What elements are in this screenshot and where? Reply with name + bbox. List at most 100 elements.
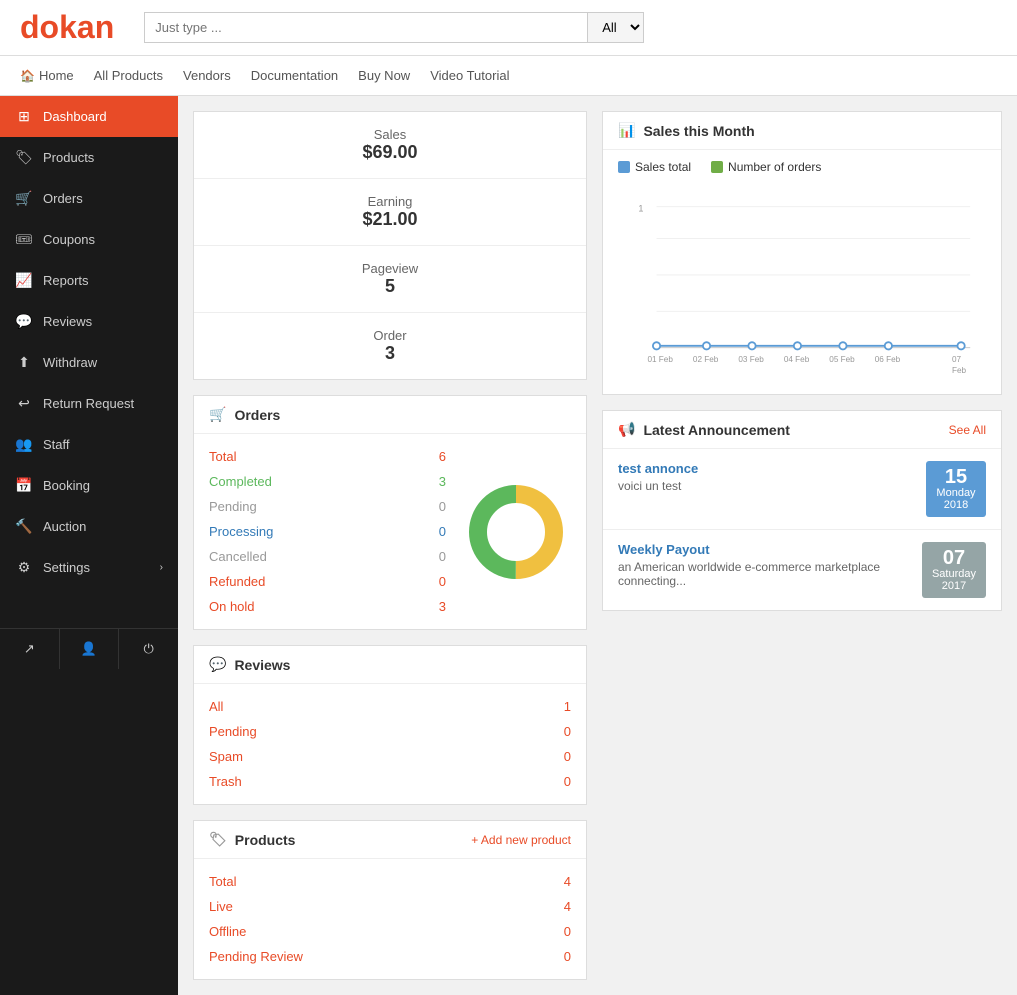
sidebar-item-auction[interactable]: 🔨 Auction: [0, 506, 178, 547]
sidebar-item-reports[interactable]: 📈 Reports: [0, 260, 178, 301]
stat-row-sales: Sales $69.00: [194, 112, 586, 179]
review-label-pending: Pending: [209, 724, 257, 739]
legend-label-orders: Number of orders: [728, 160, 821, 174]
sidebar-label-products: Products: [43, 150, 163, 165]
order-count-refunded: 0: [439, 574, 446, 589]
logo-text: kan: [59, 9, 114, 45]
announce-desc-0: voici un test: [618, 479, 916, 493]
announce-title-0[interactable]: test annonce: [618, 461, 916, 476]
nav-home[interactable]: 🏠 Home: [20, 68, 74, 83]
order-row-cancelled: Cancelled 0: [209, 544, 446, 569]
sidebar-label-return-request: Return Request: [43, 396, 163, 411]
product-label-total: Total: [209, 874, 236, 889]
sidebar-item-products[interactable]: 🏷 Products: [0, 137, 178, 178]
sidebar-label-coupons: Coupons: [43, 232, 163, 247]
sidebar-item-dashboard[interactable]: ⊞ Dashboard: [0, 96, 178, 137]
order-label-completed: Completed: [209, 474, 272, 489]
nav-video-tutorial[interactable]: Video Tutorial: [430, 68, 509, 83]
svg-text:07: 07: [952, 355, 962, 364]
add-product-link[interactable]: + Add new product: [471, 833, 571, 847]
content-right: 📊 Sales this Month Sales total Number of…: [602, 111, 1002, 980]
donut-svg: [461, 477, 571, 587]
product-row-live: Live 4: [209, 894, 571, 919]
svg-text:01 Feb: 01 Feb: [647, 355, 673, 364]
stats-card: Sales $69.00 Earning $21.00 Pageview 5 O…: [193, 111, 587, 380]
product-label-offline: Offline: [209, 924, 246, 939]
order-count-pending: 0: [439, 499, 446, 514]
sidebar-item-withdraw[interactable]: ⬆ Withdraw: [0, 342, 178, 383]
orders-panel-title: Orders: [234, 407, 280, 423]
sales-label: Sales: [214, 127, 566, 142]
order-label: Order: [214, 328, 566, 343]
sidebar-item-coupons[interactable]: 🎟 Coupons: [0, 219, 178, 260]
sidebar-item-booking[interactable]: 📅 Booking: [0, 465, 178, 506]
sidebar-item-staff[interactable]: 👥 Staff: [0, 424, 178, 465]
settings-arrow-icon: ›: [160, 562, 163, 573]
sidebar-user-btn[interactable]: 👤: [60, 629, 120, 669]
sidebar-label-orders: Orders: [43, 191, 163, 206]
announce-year-1: 2017: [932, 580, 976, 592]
see-all-link[interactable]: See All: [949, 423, 986, 437]
product-row-total: Total 4: [209, 869, 571, 894]
svg-text:03 Feb: 03 Feb: [738, 355, 764, 364]
announce-text-0: test annonce voici un test: [618, 461, 916, 493]
orders-icon: 🛒: [15, 190, 33, 207]
order-label-processing: Processing: [209, 524, 273, 539]
coupons-icon: 🎟: [15, 231, 33, 248]
product-label-live: Live: [209, 899, 233, 914]
order-label-refunded: Refunded: [209, 574, 265, 589]
logo: dokan: [20, 9, 114, 46]
orders-list: Total 6 Completed 3 Pending 0: [209, 444, 446, 619]
staff-icon: 👥: [15, 436, 33, 453]
reviews-icon: 💬: [15, 313, 33, 330]
main-layout: ⊞ Dashboard 🏷 Products 🛒 Orders 🎟 Coupon…: [0, 96, 1017, 995]
reviews-panel-header: 💬 Reviews: [194, 646, 586, 684]
chart-title: Sales this Month: [643, 123, 754, 139]
announcement-title: Latest Announcement: [643, 422, 790, 438]
order-count-onhold: 3: [439, 599, 446, 614]
svg-text:1: 1: [638, 203, 643, 213]
announce-desc-1: an American worldwide e-commerce marketp…: [618, 560, 912, 588]
sidebar-power-btn[interactable]: ⏻: [119, 629, 178, 669]
sidebar-label-reviews: Reviews: [43, 314, 163, 329]
reviews-panel-body: All 1 Pending 0 Spam 0 Trash 0: [194, 684, 586, 804]
order-count-total: 6: [439, 449, 446, 464]
search-filter-select[interactable]: All: [587, 12, 644, 43]
pageview-value: 5: [214, 276, 566, 297]
review-row-spam: Spam 0: [209, 744, 571, 769]
announcement-item-1: Weekly Payout an American worldwide e-co…: [603, 530, 1001, 610]
announce-day-0: 15: [936, 467, 976, 487]
sidebar-external-link-btn[interactable]: ↗: [0, 629, 60, 669]
review-count-all: 1: [564, 699, 571, 714]
search-input[interactable]: [144, 12, 587, 43]
sidebar-item-settings[interactable]: ⚙ Settings ›: [0, 547, 178, 588]
order-row-completed: Completed 3: [209, 469, 446, 494]
nav-vendors[interactable]: Vendors: [183, 68, 231, 83]
stat-row-order: Order 3: [194, 313, 586, 379]
orders-panel-header: 🛒 Orders: [194, 396, 586, 434]
announce-day-1: 07: [932, 548, 976, 568]
review-label-trash: Trash: [209, 774, 242, 789]
legend-num-orders: Number of orders: [711, 160, 821, 174]
order-label-cancelled: Cancelled: [209, 549, 267, 564]
legend-label-sales: Sales total: [635, 160, 691, 174]
sidebar-item-return-request[interactable]: ↩ Return Request: [0, 383, 178, 424]
nav-all-products[interactable]: All Products: [94, 68, 163, 83]
chart-panel-header: 📊 Sales this Month: [603, 112, 1001, 150]
nav-buy-now[interactable]: Buy Now: [358, 68, 410, 83]
logo-accent: do: [20, 9, 59, 45]
sidebar-item-reviews[interactable]: 💬 Reviews: [0, 301, 178, 342]
legend-dot-green: [711, 161, 723, 173]
dashboard-icon: ⊞: [15, 108, 33, 125]
orders-panel-icon: 🛒: [209, 406, 226, 423]
sales-chart-panel: 📊 Sales this Month Sales total Number of…: [602, 111, 1002, 395]
announcement-item-0: test annonce voici un test 15 Monday 201…: [603, 449, 1001, 530]
product-count-total: 4: [564, 874, 571, 889]
announce-title-1[interactable]: Weekly Payout: [618, 542, 912, 557]
stat-row-earning: Earning $21.00: [194, 179, 586, 246]
sidebar-item-orders[interactable]: 🛒 Orders: [0, 178, 178, 219]
nav-documentation[interactable]: Documentation: [251, 68, 338, 83]
product-label-pending-review: Pending Review: [209, 949, 303, 964]
products-panel-body: Total 4 Live 4 Offline 0 Pending Review …: [194, 859, 586, 979]
order-label-onhold: On hold: [209, 599, 255, 614]
